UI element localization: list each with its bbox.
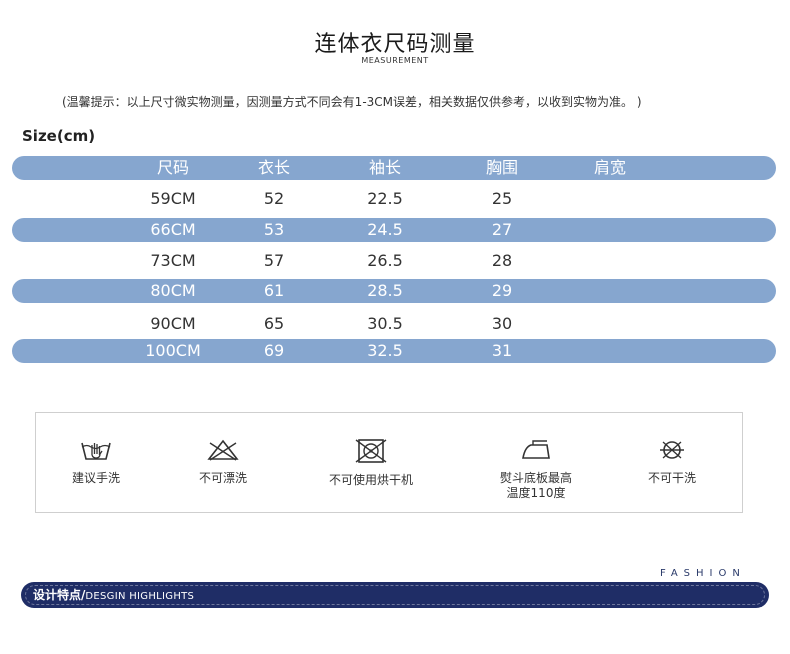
table-cell: 73CM bbox=[150, 251, 196, 270]
banner-title: 设计特点/DESGIN HIGHLIGHTS bbox=[33, 582, 194, 610]
care-label: 建议手洗 bbox=[71, 471, 120, 485]
no-dry-clean-icon bbox=[660, 441, 684, 459]
care-item-iron: 熨斗底板最高 温度110度 bbox=[476, 437, 596, 501]
table-cell bbox=[560, 249, 660, 273]
page-subtitle: MEASUREMENT bbox=[361, 56, 429, 65]
table-cell: 52 bbox=[263, 189, 285, 208]
care-label: 不可干洗 bbox=[647, 471, 696, 485]
table-cell: 57 bbox=[263, 251, 285, 270]
table-header-row: 尺码 衣长 袖长 胸围 肩宽 bbox=[12, 156, 776, 180]
table-cell bbox=[560, 312, 660, 336]
size-label: Size(cm) bbox=[22, 127, 96, 145]
column-header-shoulder: 肩宽 bbox=[593, 158, 626, 177]
fashion-label: FASHION bbox=[660, 568, 746, 579]
care-item-no-dry-clean: 不可干洗 bbox=[612, 437, 732, 486]
care-label: 不可使用烘干机 bbox=[328, 473, 413, 487]
care-label: 熨斗底板最高 温度110度 bbox=[499, 471, 572, 500]
page-title: 连体衣尺码测量 bbox=[314, 32, 476, 57]
table-cell: 29 bbox=[491, 281, 513, 300]
table-cell: 61 bbox=[263, 281, 285, 300]
care-item-hand-wash: 建议手洗 bbox=[36, 437, 156, 486]
design-highlights-banner: 设计特点/DESGIN HIGHLIGHTS bbox=[21, 582, 769, 608]
table-cell: 59CM bbox=[150, 189, 196, 208]
table-cell: 65 bbox=[263, 314, 285, 333]
no-tumble-dry-icon bbox=[355, 439, 387, 463]
measurement-note: (温馨提示：以上尺寸微实物测量，因测量方式不同会有1-3CM误差，相关数据仅供参… bbox=[62, 95, 642, 109]
column-header-size: 尺码 bbox=[156, 158, 189, 177]
table-cell: 53 bbox=[263, 220, 285, 239]
table-cell: 32.5 bbox=[367, 341, 403, 360]
no-bleach-icon bbox=[207, 439, 239, 461]
table-cell: 28 bbox=[491, 251, 513, 270]
care-item-no-bleach: 不可漂洗 bbox=[163, 437, 283, 486]
table-cell bbox=[560, 218, 660, 242]
column-header-sleeve: 袖长 bbox=[368, 158, 401, 177]
care-instructions-panel: 建议手洗 不可漂洗 不可使用烘干机 熨斗底板最高 温度110度 不可干洗 bbox=[35, 412, 743, 513]
table-cell: 80CM bbox=[150, 281, 196, 300]
table-cell bbox=[560, 279, 660, 303]
care-item-no-tumble-dry: 不可使用烘干机 bbox=[311, 437, 431, 488]
table-cell: 30.5 bbox=[367, 314, 403, 333]
table-row: 100CM 69 32.5 31 bbox=[12, 339, 776, 363]
table-row: 90CM 65 30.5 30 bbox=[12, 312, 776, 336]
table-cell: 69 bbox=[263, 341, 285, 360]
table-cell: 26.5 bbox=[367, 251, 403, 270]
banner-title-cn: 设计特点/ bbox=[33, 588, 86, 602]
table-cell: 100CM bbox=[145, 341, 201, 360]
table-cell bbox=[560, 339, 660, 363]
table-cell: 28.5 bbox=[367, 281, 403, 300]
table-cell: 31 bbox=[491, 341, 513, 360]
table-cell: 22.5 bbox=[367, 189, 403, 208]
table-cell: 25 bbox=[491, 189, 513, 208]
table-row: 80CM 61 28.5 29 bbox=[12, 279, 776, 303]
column-header-length: 衣长 bbox=[257, 158, 290, 177]
care-label: 不可漂洗 bbox=[198, 471, 247, 485]
table-cell: 27 bbox=[491, 220, 513, 239]
table-cell: 30 bbox=[491, 314, 513, 333]
column-header-chest: 胸围 bbox=[485, 158, 518, 177]
table-row: 73CM 57 26.5 28 bbox=[12, 249, 776, 273]
table-row: 59CM 52 22.5 25 bbox=[12, 187, 776, 211]
table-cell: 24.5 bbox=[367, 220, 403, 239]
iron-icon bbox=[522, 440, 550, 459]
table-row: 66CM 53 24.5 27 bbox=[12, 218, 776, 242]
banner-title-en: DESGIN HIGHLIGHTS bbox=[85, 591, 195, 602]
table-cell: 66CM bbox=[150, 220, 196, 239]
table-cell: 90CM bbox=[150, 314, 196, 333]
table-cell bbox=[560, 187, 660, 211]
hand-wash-icon bbox=[81, 442, 111, 460]
